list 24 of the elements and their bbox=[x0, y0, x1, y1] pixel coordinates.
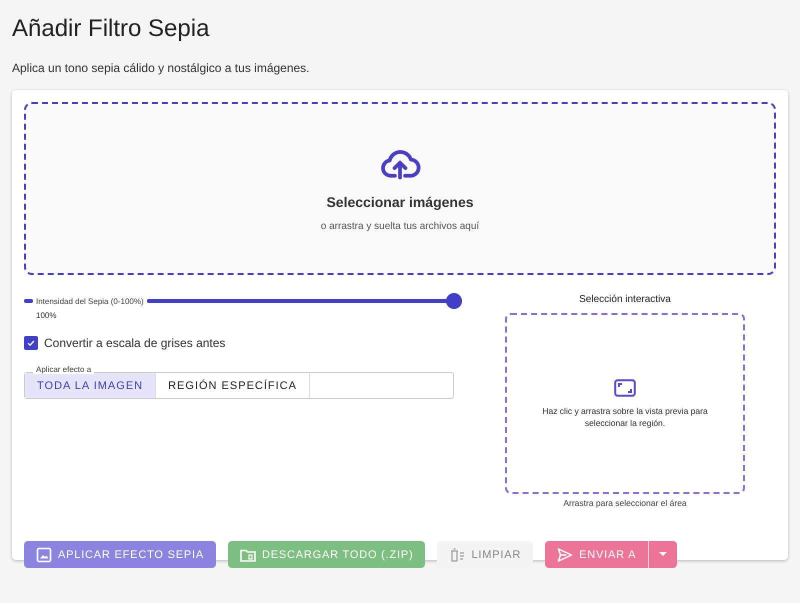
selection-area[interactable]: Haz clic y arrastra sobre la vista previa para seleccionar la región. bbox=[505, 313, 745, 494]
slider-value: 100% bbox=[36, 311, 56, 320]
selection-caption: Arrastra para seleccionar el área bbox=[563, 498, 687, 508]
toggle-group-legend: Aplicar efecto a bbox=[33, 365, 94, 374]
page-title: Añadir Filtro Sepia bbox=[12, 14, 210, 43]
checkbox[interactable] bbox=[24, 336, 38, 350]
selection-hint: Haz clic y arrastra sobre la vista previa para seleccionar la región. bbox=[541, 404, 709, 428]
image-icon bbox=[36, 546, 52, 562]
aspect-ratio-icon bbox=[614, 378, 636, 396]
dropzone-title: Seleccionar imágenes bbox=[326, 194, 474, 210]
upload-dropzone[interactable]: Seleccionar imágenes o arrastra y suelta tus archivos aquí bbox=[24, 102, 776, 275]
send-icon bbox=[557, 546, 574, 562]
slider-min-mark bbox=[24, 299, 33, 303]
caret-icon bbox=[659, 552, 668, 557]
slider-thumb[interactable] bbox=[446, 293, 462, 309]
dropzone-hint: o arrastra y suelta tus archivos aquí bbox=[320, 220, 480, 232]
slider-label: Intensidad del Sepia (0-100%) bbox=[36, 296, 144, 306]
folder-icon bbox=[240, 546, 256, 562]
page-subtitle: Aplica un tono sepia cálido y nostálgico a tus imágenes. bbox=[12, 61, 310, 75]
selection-title: Selección interactiva bbox=[579, 294, 671, 305]
dropdown-button[interactable] bbox=[649, 541, 678, 568]
toggle-option[interactable]: TODA LA IMAGEN bbox=[25, 373, 156, 398]
trash-icon bbox=[449, 546, 466, 562]
checkbox-label: Convertir a escala de grises antes bbox=[44, 336, 226, 350]
